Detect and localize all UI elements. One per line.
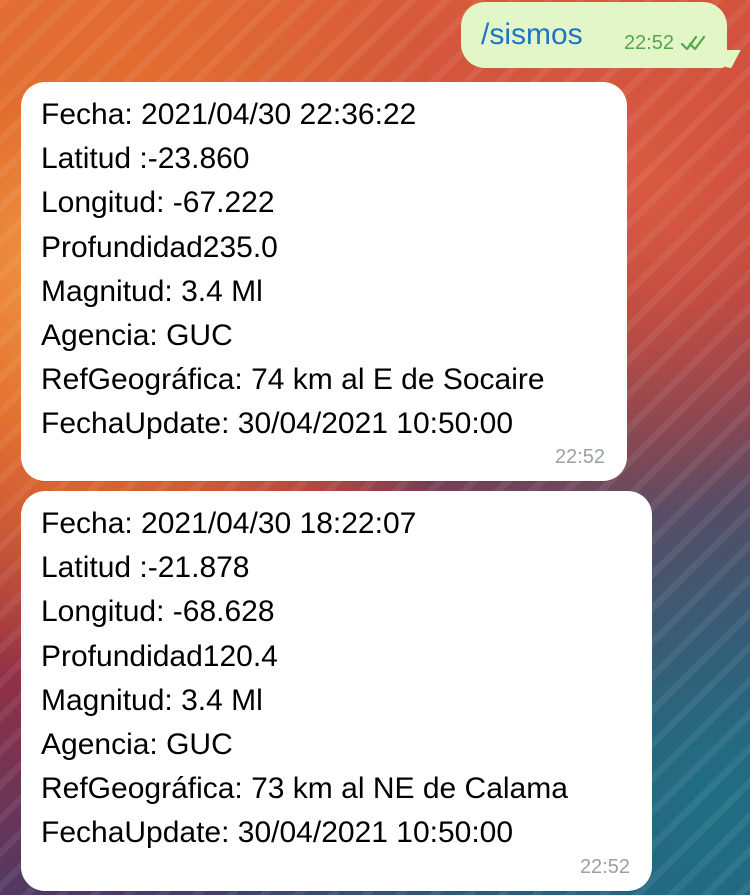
message-line: Longitud: -67.222 [41, 186, 275, 220]
message-time: 22:52 [554, 446, 605, 468]
message-line: RefGeográfica: 74 km al E de Socaire [41, 363, 545, 397]
outgoing-message-bubble[interactable]: /sismos 22:52 [461, 2, 727, 68]
message-line: Profundidad120.4 [41, 639, 278, 673]
message-lines: Fecha: 2021/04/30 18:22:07 Latitud :-21.… [41, 502, 638, 856]
message-meta: 22:52 [624, 31, 709, 55]
message-line: Fecha: 2021/04/30 18:22:07 [41, 507, 417, 540]
message-lines: Fecha: 2021/04/30 22:36:22 Latitud :-23.… [41, 93, 613, 447]
message-time: 22:52 [579, 856, 630, 878]
message-line: Agencia: GUC [41, 319, 233, 353]
message-line: Fecha: 2021/04/30 22:36:22 [41, 98, 417, 131]
message-line: Magnitud: 3.4 Ml [41, 683, 263, 717]
incoming-message-bubble[interactable]: Fecha: 2021/04/30 18:22:07 Latitud :-21.… [21, 491, 652, 891]
message-line: Profundidad235.0 [41, 230, 278, 264]
message-line: RefGeográfica: 73 km al NE de Calama [41, 772, 568, 806]
incoming-message-bubble[interactable]: Fecha: 2021/04/30 22:36:22 Latitud :-23.… [21, 82, 627, 481]
message-line: Magnitud: 3.4 Ml [41, 274, 263, 308]
message-line: Latitud :-21.878 [41, 551, 250, 585]
command-message-text: /sismos [481, 18, 583, 51]
message-line: Agencia: GUC [41, 728, 233, 762]
message-line: FechaUpdate: 30/04/2021 10:50:00 [41, 816, 514, 850]
double-check-icon [679, 33, 709, 53]
message-time: 22:52 [623, 32, 674, 54]
message-line: Longitud: -68.628 [41, 595, 275, 629]
message-line: Latitud :-23.860 [41, 142, 250, 176]
message-line: FechaUpdate: 30/04/2021 10:50:00 [41, 407, 514, 441]
